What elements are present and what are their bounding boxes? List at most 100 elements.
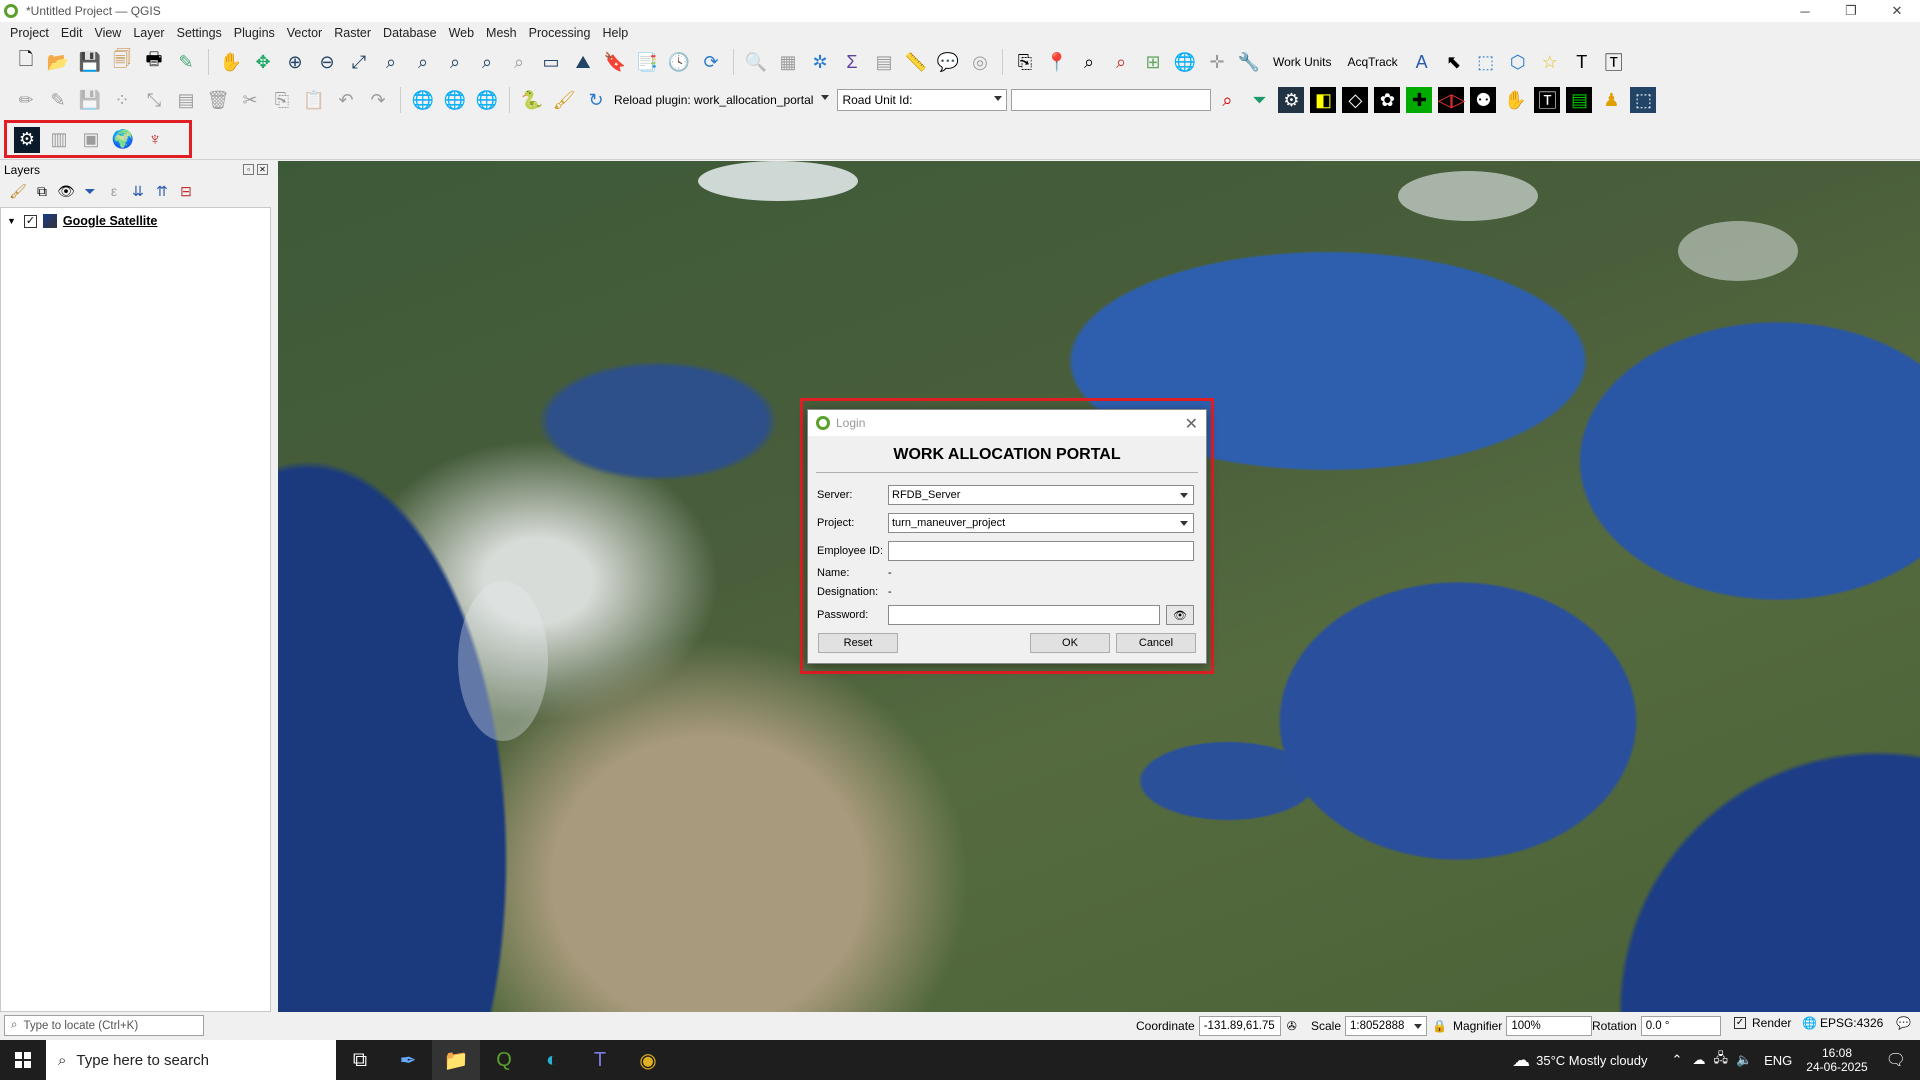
grid-icon[interactable]: ⊞ bbox=[1140, 49, 1166, 75]
refresh-icon[interactable]: ⟳ bbox=[698, 49, 724, 75]
reload-icon[interactable]: ↻ bbox=[583, 87, 609, 113]
print-layout-icon[interactable]: 🖶 bbox=[141, 49, 167, 75]
weather-text[interactable]: 35°C Mostly cloudy bbox=[1536, 1053, 1647, 1068]
reset-button[interactable]: Reset bbox=[818, 633, 898, 653]
scale-combo[interactable]: 1:8052888 bbox=[1345, 1016, 1428, 1036]
person-marker-icon[interactable]: ♟ bbox=[1598, 87, 1624, 113]
zoom-last-icon[interactable]: ⌕ bbox=[474, 49, 500, 75]
taskbar-search[interactable]: ⌕ Type here to search bbox=[46, 1040, 336, 1080]
save-as-icon[interactable]: 🗐 bbox=[109, 49, 135, 75]
lock-scale-icon[interactable]: 🔒 bbox=[1432, 1019, 1447, 1033]
copy-features-icon[interactable]: ⎘ bbox=[1012, 49, 1038, 75]
plugin-tool-2-icon[interactable]: ◧ bbox=[1310, 87, 1337, 113]
save-project-icon[interactable]: 💾 bbox=[77, 49, 103, 75]
onedrive-icon[interactable]: ☁ bbox=[1692, 1052, 1705, 1068]
task-view-icon[interactable]: ⧉ bbox=[336, 1040, 384, 1080]
paste-icon[interactable]: 📋 bbox=[301, 87, 327, 113]
show-password-icon[interactable]: 👁 bbox=[1166, 605, 1194, 625]
text-annotation-icon[interactable]: 🅃 bbox=[1601, 49, 1627, 75]
menu-processing[interactable]: Processing bbox=[523, 26, 597, 40]
password-input[interactable] bbox=[888, 605, 1160, 625]
menu-edit[interactable]: Edit bbox=[55, 26, 89, 40]
plugin-tool-10-icon[interactable]: ⬚ bbox=[1630, 87, 1657, 113]
style-manager-icon[interactable]: ✎ bbox=[173, 49, 199, 75]
zoom-out-icon[interactable]: ⊖ bbox=[314, 49, 340, 75]
pen-app-icon[interactable]: ✒ bbox=[384, 1040, 432, 1080]
teams-icon[interactable]: T bbox=[576, 1040, 624, 1080]
digitize-icon[interactable]: ⬡ bbox=[1505, 49, 1531, 75]
search-map-icon[interactable]: ⌕ bbox=[1076, 49, 1102, 75]
select-arrow-icon[interactable]: ⬉ bbox=[1441, 49, 1467, 75]
qgis-taskbar-icon[interactable]: Q bbox=[480, 1040, 528, 1080]
add-point-icon[interactable]: ⁘ bbox=[109, 87, 135, 113]
render-checkbox[interactable]: ✓ bbox=[1734, 1017, 1746, 1029]
expand-all-icon[interactable]: ⇊ bbox=[128, 181, 148, 201]
plugin-tool-8-icon[interactable]: 🅃 bbox=[1534, 87, 1561, 113]
plugin-tool-6-icon[interactable]: ◁▷ bbox=[1438, 87, 1465, 113]
bookmark-icon[interactable]: 🔖 bbox=[602, 49, 628, 75]
crosshair-icon[interactable]: ✛ bbox=[1204, 49, 1230, 75]
add-wcs-icon[interactable]: 🌐 bbox=[474, 87, 500, 113]
expand-arrow-icon[interactable]: ▼ bbox=[7, 216, 16, 226]
rotation-field[interactable]: 0.0 ° bbox=[1640, 1016, 1721, 1036]
zoom-full-icon[interactable]: ⤢ bbox=[346, 49, 372, 75]
plugin-tool-1-icon[interactable]: ⚙ bbox=[1278, 87, 1305, 113]
messages-icon[interactable]: 💬 bbox=[1896, 1016, 1911, 1030]
manage-map-themes-icon[interactable]: 👁 bbox=[56, 181, 76, 201]
network-icon[interactable]: 🖧 bbox=[1713, 1049, 1728, 1071]
toggle-extents-icon[interactable]: ✇ bbox=[1287, 1019, 1297, 1033]
plugin-brush-icon[interactable]: 🖌 bbox=[551, 87, 577, 113]
remove-layer-icon[interactable]: ⊟ bbox=[176, 181, 196, 201]
wrench-icon[interactable]: 🔧 bbox=[1236, 49, 1262, 75]
hand-tool-icon[interactable]: ✋ bbox=[1502, 87, 1528, 113]
close-panel-button[interactable]: ✕ bbox=[257, 164, 268, 175]
filter-icon[interactable]: ⏷ bbox=[1246, 87, 1272, 113]
reload-plugin-dropdown[interactable] bbox=[821, 89, 833, 111]
table-icon[interactable]: ▤ bbox=[871, 49, 897, 75]
layer-style-icon[interactable]: 🖌 bbox=[8, 181, 28, 201]
collapse-all-icon[interactable]: ⇈ bbox=[152, 181, 172, 201]
zoom-in-icon[interactable]: ⊕ bbox=[282, 49, 308, 75]
menu-help[interactable]: Help bbox=[596, 26, 634, 40]
settings-gear-icon[interactable]: ✲ bbox=[807, 49, 833, 75]
menu-raster[interactable]: Raster bbox=[328, 26, 377, 40]
vertex-tool-icon[interactable]: ⬚ bbox=[1473, 49, 1499, 75]
magnifier-field[interactable]: 100% bbox=[1506, 1016, 1593, 1036]
toggle-editing-icon[interactable]: ✎ bbox=[45, 87, 71, 113]
new-project-icon[interactable]: 🗋 bbox=[13, 49, 39, 75]
filter-legend-icon[interactable]: ⏷ bbox=[80, 181, 100, 201]
zoom-native-icon[interactable]: ⌕ bbox=[442, 49, 468, 75]
road-unit-combo[interactable]: Road Unit Id: bbox=[837, 89, 1008, 111]
add-group-icon[interactable]: ⧉ bbox=[32, 181, 52, 201]
statistics-sigma-icon[interactable]: Σ bbox=[839, 49, 865, 75]
delete-icon[interactable]: 🗑 bbox=[205, 87, 231, 113]
plugin-tool-9-icon[interactable]: ▤ bbox=[1566, 87, 1593, 113]
plugin-tool-3-icon[interactable]: ◇ bbox=[1342, 87, 1369, 113]
undo-icon[interactable]: ↶ bbox=[333, 87, 359, 113]
menu-database[interactable]: Database bbox=[377, 26, 443, 40]
menu-web[interactable]: Web bbox=[443, 26, 480, 40]
start-button[interactable] bbox=[0, 1040, 46, 1080]
dialog-close-icon[interactable]: ✕ bbox=[1185, 414, 1198, 434]
edit-pencil-icon[interactable]: ✏ bbox=[13, 87, 39, 113]
server-select[interactable]: RFDB_Server bbox=[888, 485, 1194, 505]
plugin-tool-5-icon[interactable]: ✚ bbox=[1406, 87, 1433, 113]
cut-icon[interactable]: ✂ bbox=[237, 87, 263, 113]
menu-vector[interactable]: Vector bbox=[281, 26, 328, 40]
show-bookmarks-icon[interactable]: 📑 bbox=[634, 49, 660, 75]
new-3d-view-icon[interactable]: ⛰ bbox=[570, 49, 596, 75]
employee-id-input[interactable] bbox=[888, 541, 1194, 561]
identify-icon[interactable]: 🔍 bbox=[743, 49, 769, 75]
restore-button[interactable]: ❐ bbox=[1828, 0, 1874, 22]
road-unit-input[interactable] bbox=[1011, 89, 1212, 111]
edge-icon[interactable]: ◐ bbox=[528, 1040, 576, 1080]
ok-button[interactable]: OK bbox=[1030, 633, 1110, 653]
notifications-icon[interactable]: 🗨 bbox=[1886, 1050, 1906, 1070]
float-panel-button[interactable]: ▫ bbox=[243, 164, 254, 175]
zoom-selection-icon[interactable]: ⌕ bbox=[378, 49, 404, 75]
menu-project[interactable]: Project bbox=[4, 26, 55, 40]
show-hidden-icons-icon[interactable]: ⌃ bbox=[1672, 1052, 1683, 1068]
coordinate-field[interactable]: -131.89,61.75 bbox=[1198, 1016, 1281, 1036]
search-road-unit-icon[interactable]: ⌕ bbox=[1214, 87, 1240, 113]
map-tips-icon[interactable]: 💬 bbox=[935, 49, 961, 75]
